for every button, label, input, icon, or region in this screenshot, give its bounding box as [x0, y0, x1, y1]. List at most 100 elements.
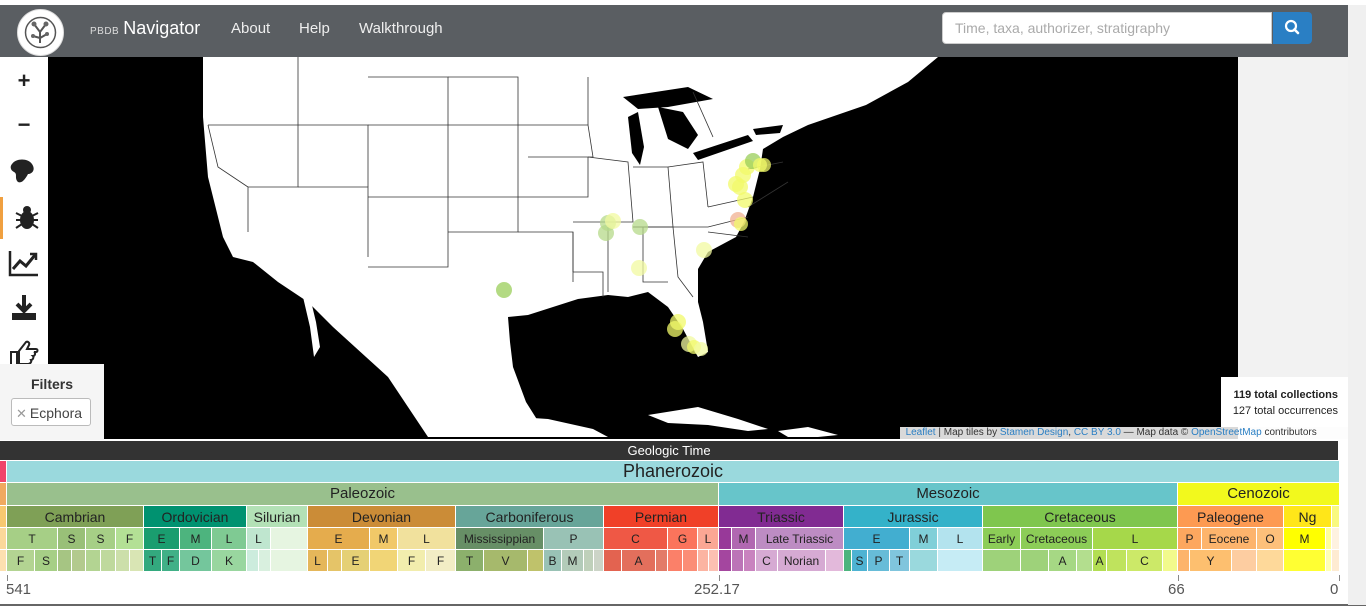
- brand-title[interactable]: PBDB Navigator: [90, 18, 200, 39]
- timescale-stage[interactable]: P: [868, 550, 890, 572]
- timescale-cell[interactable]: [732, 550, 744, 572]
- timescale-stage[interactable]: T: [456, 550, 484, 572]
- timescale-cell[interactable]: [1284, 550, 1326, 572]
- timescale-epoch[interactable]: G: [668, 528, 698, 550]
- occurrence-marker[interactable]: [696, 242, 712, 258]
- timescale-stage[interactable]: S: [852, 550, 868, 572]
- occurrence-marker[interactable]: [632, 219, 648, 235]
- occurrence-marker[interactable]: [734, 217, 748, 231]
- timescale-stage[interactable]: Y: [1190, 550, 1232, 572]
- timescale-epoch[interactable]: S: [58, 528, 86, 550]
- timescale-epoch[interactable]: O: [1257, 528, 1284, 550]
- timescale-cell[interactable]: [1257, 550, 1284, 572]
- timescale-epoch[interactable]: Cretaceous: [1021, 528, 1093, 550]
- timescale-period-carboniferous[interactable]: Carboniferous: [456, 506, 604, 528]
- timescale-period-jurassic[interactable]: Jurassic: [844, 506, 983, 528]
- timescale-cell[interactable]: [0, 483, 7, 506]
- timescale-epoch[interactable]: L: [698, 528, 719, 550]
- search-button[interactable]: [1273, 12, 1312, 44]
- timescale-epoch[interactable]: M: [370, 528, 398, 550]
- timescale-epoch[interactable]: L: [1093, 528, 1178, 550]
- timescale-epoch[interactable]: S: [86, 528, 116, 550]
- timescale-stage[interactable]: D: [180, 550, 212, 572]
- nav-about-link[interactable]: About: [231, 20, 270, 37]
- timescale-cell[interactable]: [116, 550, 130, 572]
- timescale-era-paleozoic[interactable]: Paleozoic: [7, 483, 719, 506]
- timescale-cell[interactable]: [0, 461, 7, 483]
- timescale-stage[interactable]: B: [544, 550, 562, 572]
- timescale-period-ordovician[interactable]: Ordovician: [144, 506, 247, 528]
- timescale-stage[interactable]: E: [342, 550, 370, 572]
- timescale-stage[interactable]: F: [162, 550, 180, 572]
- timescale-cell[interactable]: [72, 550, 86, 572]
- timescale-cell[interactable]: [604, 550, 622, 572]
- timescale-cell[interactable]: [1232, 550, 1257, 572]
- timescale-cell[interactable]: [130, 550, 144, 572]
- nav-help-link[interactable]: Help: [299, 20, 330, 37]
- timescale-stage[interactable]: M: [562, 550, 584, 572]
- occurrence-marker[interactable]: [694, 342, 708, 356]
- occurrence-marker[interactable]: [631, 260, 647, 276]
- timescale-period-paleogene[interactable]: Paleogene: [1178, 506, 1284, 528]
- timescale-cell[interactable]: [1332, 506, 1340, 528]
- timescale-era-mesozoic[interactable]: Mesozoic: [719, 483, 1178, 506]
- timescale-cell[interactable]: [709, 550, 719, 572]
- timescale-stage[interactable]: F: [426, 550, 456, 572]
- map-canvas[interactable]: [48, 57, 1238, 439]
- timescale-cell[interactable]: [86, 550, 101, 572]
- timescale-epoch[interactable]: F: [116, 528, 144, 550]
- timescale-cell[interactable]: [719, 550, 732, 572]
- timescale-epoch[interactable]: Late Triassic: [756, 528, 844, 550]
- timescale-stage[interactable]: L: [308, 550, 328, 572]
- timescale-stage[interactable]: K: [212, 550, 247, 572]
- timescale-cell[interactable]: [247, 550, 259, 572]
- timescale-era-cenozoic[interactable]: Cenozoic: [1178, 483, 1340, 506]
- timescale-epoch[interactable]: Early: [983, 528, 1021, 550]
- timescale-stage[interactable]: S: [35, 550, 58, 572]
- timescale-stage[interactable]: A: [1049, 550, 1077, 572]
- timescale-cell[interactable]: [259, 550, 271, 572]
- timescale-cell[interactable]: [844, 550, 852, 572]
- timescale-epoch[interactable]: P: [544, 528, 604, 550]
- timescale-epoch[interactable]: L: [938, 528, 983, 550]
- osm-link[interactable]: OpenStreetMap: [1191, 427, 1262, 438]
- timescale-cell[interactable]: [668, 550, 683, 572]
- timescale-stage[interactable]: C: [1127, 550, 1163, 572]
- timescale-stage[interactable]: V: [484, 550, 528, 572]
- timescale-epoch[interactable]: E: [844, 528, 910, 550]
- timescale-stage[interactable]: T: [144, 550, 162, 572]
- timescale-period-silurian[interactable]: Silurian: [247, 506, 308, 528]
- timescale-stage[interactable]: A: [1093, 550, 1107, 572]
- pbdb-logo[interactable]: [17, 9, 64, 56]
- timescale-cell[interactable]: [271, 550, 308, 572]
- timescale-cell[interactable]: [656, 550, 668, 572]
- stamen-link[interactable]: Stamen Design: [1000, 427, 1068, 438]
- timescale-epoch[interactable]: M: [180, 528, 212, 550]
- timescale-cell[interactable]: [101, 550, 116, 572]
- timescale-cell[interactable]: [826, 550, 844, 572]
- remove-filter-icon[interactable]: ✕: [16, 406, 27, 421]
- occurrence-marker[interactable]: [667, 321, 683, 337]
- timescale-cell[interactable]: [1332, 528, 1340, 550]
- nav-walkthrough-link[interactable]: Walkthrough: [359, 20, 443, 37]
- timescale-cell[interactable]: [328, 550, 342, 572]
- timescale-cell[interactable]: [938, 550, 983, 572]
- timescale-cell[interactable]: [594, 550, 604, 572]
- timescale-eon-phanerozoic[interactable]: Phanerozoic: [7, 461, 1340, 483]
- timescale-cell[interactable]: [983, 550, 1021, 572]
- timescale-stage[interactable]: F: [398, 550, 426, 572]
- filter-chip[interactable]: ✕ Ecphora: [11, 398, 91, 426]
- timescale-epoch[interactable]: C: [604, 528, 668, 550]
- timescale-cell[interactable]: [1021, 550, 1049, 572]
- timescale-cell[interactable]: [0, 528, 7, 550]
- license-link[interactable]: CC BY 3.0: [1074, 427, 1121, 438]
- timescale-period-cambrian[interactable]: Cambrian: [7, 506, 144, 528]
- timescale-cell[interactable]: [271, 528, 308, 550]
- timescale-stage[interactable]: C: [756, 550, 778, 572]
- search-input[interactable]: [942, 12, 1272, 44]
- timescale-cell[interactable]: [1107, 550, 1127, 572]
- timescale-cell[interactable]: [698, 550, 709, 572]
- geologic-timescale[interactable]: Phanerozoic Paleozoic Mesozoic Cenozoic …: [0, 461, 1366, 581]
- timescale-epoch[interactable]: L: [398, 528, 456, 550]
- timescale-cell[interactable]: [58, 550, 72, 572]
